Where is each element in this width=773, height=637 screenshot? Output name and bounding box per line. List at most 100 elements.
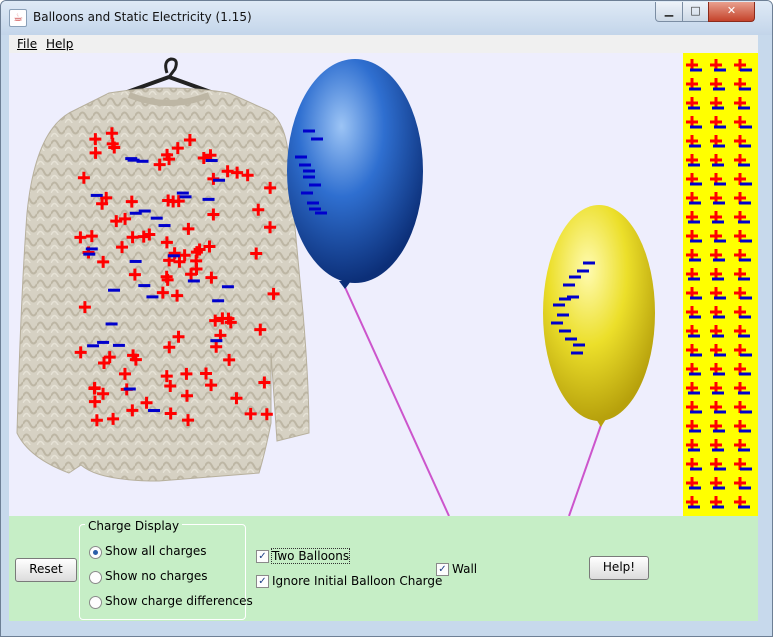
negative-charge — [740, 125, 752, 129]
negative-charge — [108, 288, 121, 292]
radio-show-charge-differences[interactable] — [89, 596, 102, 609]
negative-charge — [303, 169, 315, 173]
negative-charge — [212, 299, 225, 303]
negative-charge — [689, 201, 701, 205]
play-area — [16, 53, 758, 516]
label-show-no-charges[interactable]: Show no charges — [105, 569, 208, 583]
negative-charge — [129, 259, 142, 263]
negative-charge — [738, 448, 750, 452]
negative-charge — [713, 429, 725, 433]
negative-charge — [712, 220, 724, 224]
negative-charge — [714, 239, 726, 243]
negative-charge — [573, 343, 585, 347]
blue-balloon-string — [343, 284, 450, 516]
negative-charge — [740, 296, 752, 300]
negative-charge — [690, 353, 702, 357]
negative-charge — [739, 258, 751, 262]
negative-charge — [714, 182, 726, 186]
label-wall[interactable]: Wall — [452, 562, 477, 576]
negative-charge — [563, 283, 575, 287]
negative-charge — [738, 220, 750, 224]
negative-charge — [551, 321, 563, 325]
title-bar: ☕ Balloons and Static Electricity (1.15)… — [1, 1, 772, 35]
negative-charge — [303, 175, 315, 179]
negative-charge — [689, 372, 701, 376]
menu-help[interactable]: Help — [46, 37, 73, 51]
negative-charge — [112, 343, 125, 347]
radio-show-no-charges[interactable] — [89, 571, 102, 584]
negative-charge — [714, 125, 726, 129]
negative-charge — [688, 334, 700, 338]
label-ignore-initial-charge[interactable]: Ignore Initial Balloon Charge — [272, 574, 442, 588]
negative-charge — [123, 387, 136, 391]
blue-balloon[interactable] — [287, 59, 423, 289]
negative-charge — [689, 486, 701, 490]
negative-charge — [688, 391, 700, 395]
negative-charge — [739, 486, 751, 490]
negative-charge — [213, 178, 226, 182]
negative-charge — [146, 295, 159, 299]
yellow-balloon-string — [568, 424, 602, 516]
negative-charge — [738, 106, 750, 110]
negative-charge — [83, 252, 96, 256]
wall — [683, 53, 758, 516]
negative-charge — [690, 182, 702, 186]
help-button[interactable]: Help! — [589, 556, 649, 580]
negative-charge — [712, 505, 724, 509]
negative-charge — [688, 106, 700, 110]
menu-bar: File Help — [9, 35, 758, 53]
negative-charge — [689, 429, 701, 433]
checkbox-two-balloons[interactable]: ✓ — [256, 550, 269, 563]
negative-charge — [688, 505, 700, 509]
checkbox-ignore-initial-charge[interactable]: ✓ — [256, 575, 269, 588]
negative-charge — [295, 155, 307, 159]
negative-charge — [105, 322, 118, 326]
negative-charge — [569, 275, 581, 279]
negative-charge — [714, 353, 726, 357]
negative-charge — [739, 144, 751, 148]
negative-charge — [713, 201, 725, 205]
negative-charge — [221, 285, 234, 289]
negative-charge — [129, 211, 142, 215]
negative-charge — [690, 296, 702, 300]
menu-file[interactable]: File — [17, 37, 37, 51]
negative-charge — [740, 410, 752, 414]
negative-charge — [712, 334, 724, 338]
negative-charge — [557, 313, 569, 317]
negative-charge — [689, 258, 701, 262]
negative-charge — [689, 87, 701, 91]
negative-charge — [315, 211, 327, 215]
negative-charge — [303, 129, 315, 133]
label-two-balloons[interactable]: Two Balloons — [270, 548, 351, 564]
negative-charge — [690, 125, 702, 129]
negative-charge — [567, 295, 579, 299]
reset-button[interactable]: Reset — [15, 558, 77, 582]
minimize-button[interactable]: ▁ — [655, 2, 683, 22]
radio-show-all-charges[interactable] — [89, 546, 102, 559]
negative-charge — [738, 391, 750, 395]
yellow-balloon[interactable] — [543, 205, 655, 427]
negative-charge — [210, 339, 223, 343]
negative-charge — [712, 277, 724, 281]
negative-charge — [712, 448, 724, 452]
negative-charge — [205, 159, 218, 163]
negative-charge — [714, 467, 726, 471]
negative-charge — [309, 207, 321, 211]
close-button[interactable]: ✕ — [708, 2, 755, 22]
negative-charge — [738, 334, 750, 338]
sweater[interactable] — [16, 87, 310, 482]
checkbox-wall[interactable]: ✓ — [436, 563, 449, 576]
negative-charge — [90, 193, 103, 197]
negative-charge — [150, 216, 163, 220]
negative-charge — [713, 258, 725, 262]
java-cup-icon: ☕ — [9, 9, 27, 27]
negative-charge — [738, 163, 750, 167]
maximize-button[interactable]: □ — [682, 2, 709, 22]
negative-charge — [740, 68, 752, 72]
negative-charge — [714, 296, 726, 300]
negative-charge — [690, 410, 702, 414]
label-show-charge-differences[interactable]: Show charge differences — [105, 594, 253, 608]
label-show-all-charges[interactable]: Show all charges — [105, 544, 207, 558]
negative-charge — [713, 144, 725, 148]
negative-charge — [176, 191, 189, 195]
